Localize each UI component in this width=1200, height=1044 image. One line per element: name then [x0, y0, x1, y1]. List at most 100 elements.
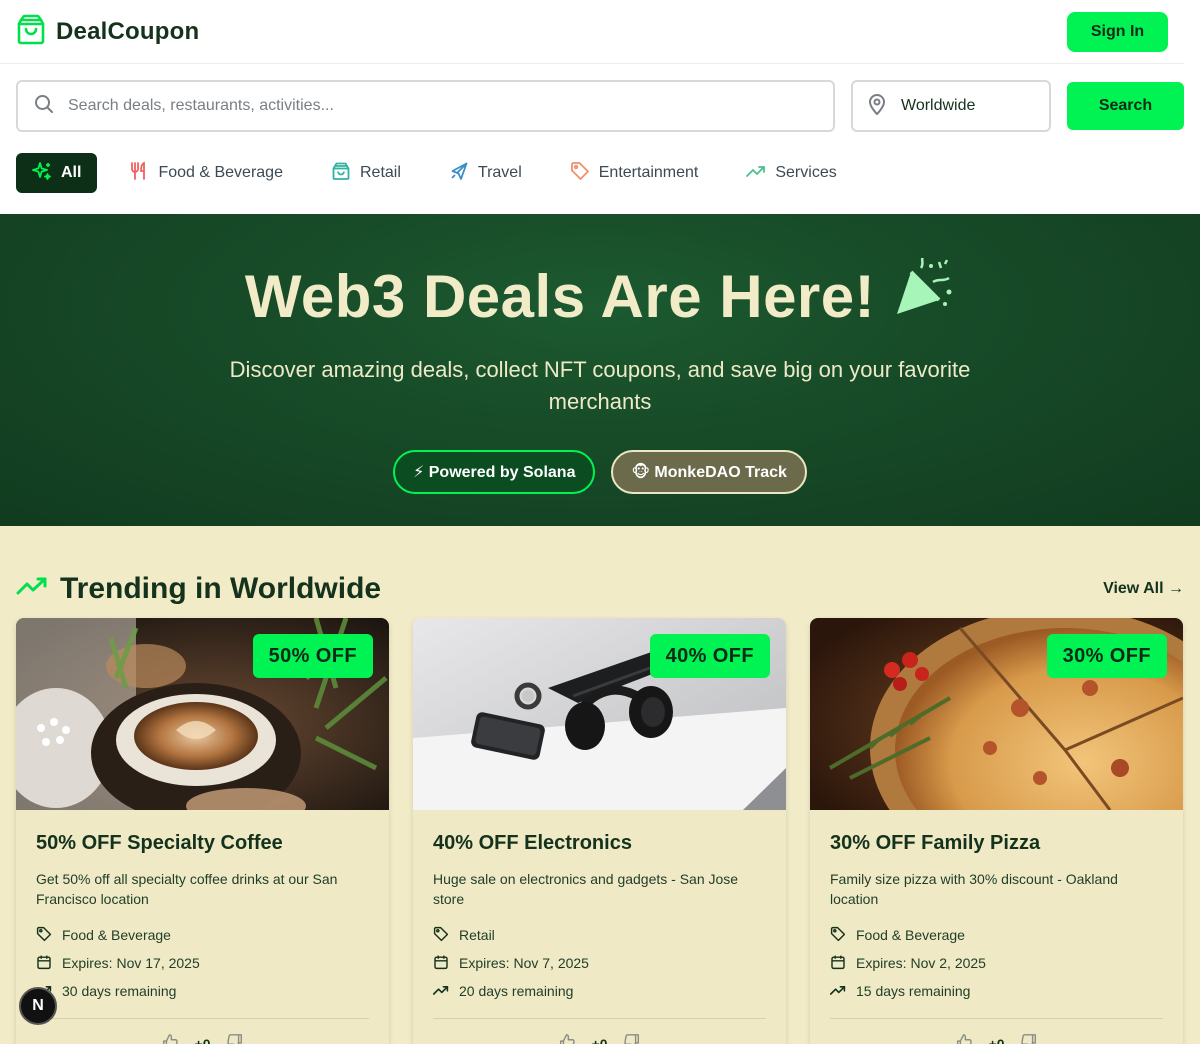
- trending-title: Trending in Worldwide: [16, 572, 381, 606]
- search-box[interactable]: [16, 80, 835, 132]
- trending-up-icon: [433, 982, 449, 1001]
- deal-remaining-text: 15 days remaining: [856, 983, 971, 999]
- trending-up-icon: [16, 572, 48, 606]
- deal-title: 40% OFF Electronics: [433, 832, 632, 854]
- vote-row: +0: [433, 1033, 766, 1044]
- deal-body: 30% OFF Family Pizza Family size pizza w…: [810, 810, 1183, 1044]
- deal-category-text: Food & Beverage: [856, 927, 965, 943]
- vote-row: +0: [36, 1033, 369, 1044]
- deal-expiry: Expires: Nov 7, 2025: [433, 953, 766, 973]
- calendar-icon: [830, 954, 846, 973]
- tab-services[interactable]: Services: [730, 153, 852, 193]
- deal-description: Huge sale on electronics and gadgets - S…: [433, 871, 739, 907]
- header: DealCoupon Sign In: [0, 0, 1184, 64]
- tab-label: Entertainment: [598, 164, 699, 181]
- deal-remaining-text: 30 days remaining: [62, 983, 177, 999]
- discount-badge: 30% OFF: [1046, 634, 1167, 678]
- deal-category: Retail: [433, 925, 766, 945]
- thumbs-up-icon[interactable]: [558, 1033, 576, 1044]
- tab-food-beverage[interactable]: Food & Beverage: [113, 153, 299, 193]
- deal-remaining: 30 days remaining: [36, 981, 369, 1001]
- dev-tools-badge[interactable]: N: [19, 987, 57, 1025]
- deal-remaining: 15 days remaining: [830, 981, 1163, 1001]
- tag-icon: [433, 926, 449, 945]
- discount-badge: 50% OFF: [252, 634, 373, 678]
- deal-title: 30% OFF Family Pizza: [830, 832, 1041, 854]
- deal-body: 40% OFF Electronics Huge sale on electro…: [413, 810, 786, 1044]
- search-input[interactable]: [68, 97, 817, 115]
- vote-row: +0: [830, 1033, 1163, 1044]
- category-tabs: All Food & Beverage Retail Travel Entert…: [0, 132, 1200, 214]
- thumbs-down-icon[interactable]: [226, 1033, 244, 1044]
- sign-in-button[interactable]: Sign In: [1067, 11, 1168, 52]
- view-all-link[interactable]: View All →: [1103, 580, 1184, 598]
- utensils-icon: [129, 161, 149, 186]
- search-button[interactable]: Search: [1067, 82, 1184, 130]
- tab-retail[interactable]: Retail: [315, 153, 417, 193]
- tag-icon: [830, 926, 846, 945]
- thumbs-down-icon[interactable]: [1020, 1033, 1038, 1044]
- deal-expiry-text: Expires: Nov 17, 2025: [62, 955, 200, 971]
- hero-banner: Web3 Deals Are Here! Discover amazing de…: [0, 214, 1200, 526]
- deal-expiry-text: Expires: Nov 2, 2025: [856, 955, 986, 971]
- location-value: Worldwide: [901, 97, 976, 114]
- tab-entertainment[interactable]: Entertainment: [554, 153, 715, 193]
- deal-expiry: Expires: Nov 2, 2025: [830, 953, 1163, 973]
- deal-card[interactable]: 30% OFF 30% OFF Family Pizza Family size…: [810, 618, 1183, 1044]
- brand-name: DealCoupon: [56, 17, 200, 45]
- hero-title-text: Web3 Deals Are Here!: [244, 262, 876, 330]
- vote-count: +0: [194, 1035, 211, 1044]
- location-select[interactable]: Worldwide: [851, 80, 1051, 132]
- trending-up-icon: [830, 982, 846, 1001]
- vote-count: +0: [988, 1035, 1005, 1044]
- trending-up-icon: [746, 161, 766, 186]
- party-popper-icon: [891, 254, 955, 334]
- deal-image-coffee: 50% OFF: [16, 618, 389, 810]
- thumbs-up-icon[interactable]: [955, 1033, 973, 1044]
- tab-label: Travel: [477, 164, 522, 181]
- deal-card[interactable]: 50% OFF 50% OFF Specialty Coffee Get 50%…: [16, 618, 389, 1044]
- deal-card[interactable]: 40% OFF 40% OFF Electronics Huge sale on…: [413, 618, 786, 1044]
- search-row: Worldwide Search: [0, 64, 1200, 132]
- deal-expiry-text: Expires: Nov 7, 2025: [459, 955, 589, 971]
- tab-all[interactable]: All: [16, 153, 98, 193]
- hero-title: Web3 Deals Are Here!: [244, 254, 955, 334]
- tab-label: Retail: [359, 164, 401, 181]
- divider: [36, 1018, 369, 1019]
- monkedao-pill[interactable]: 🐵 MonkeDAO Track: [611, 450, 807, 494]
- tab-label: Services: [775, 164, 837, 181]
- deal-category-text: Retail: [459, 927, 495, 943]
- search-icon: [34, 94, 54, 119]
- deal-description: Family size pizza with 30% discount - Oa…: [830, 871, 1118, 907]
- calendar-icon: [433, 954, 449, 973]
- deal-image-pizza: 30% OFF: [810, 618, 1183, 810]
- trending-header: Trending in Worldwide View All →: [0, 526, 1200, 618]
- discount-badge: 40% OFF: [649, 634, 770, 678]
- solana-pill[interactable]: ⚡ Powered by Solana: [393, 450, 596, 494]
- thumbs-down-icon[interactable]: [623, 1033, 641, 1044]
- tab-label: Food & Beverage: [158, 164, 283, 181]
- deal-expiry: Expires: Nov 17, 2025: [36, 953, 369, 973]
- deals-grid: 50% OFF 50% OFF Specialty Coffee Get 50%…: [0, 618, 1200, 1044]
- calendar-icon: [36, 954, 52, 973]
- tab-travel[interactable]: Travel: [433, 153, 538, 193]
- deal-category-text: Food & Beverage: [62, 927, 171, 943]
- hero-pills: ⚡ Powered by Solana 🐵 MonkeDAO Track: [0, 450, 1200, 494]
- hero-subtitle: Discover amazing deals, collect NFT coup…: [229, 357, 971, 414]
- trending-title-text: Trending in Worldwide: [60, 572, 382, 605]
- divider: [830, 1018, 1163, 1019]
- tab-label: All: [61, 164, 82, 181]
- divider: [433, 1018, 766, 1019]
- top-bar: DealCoupon Sign In Worldwide Search All: [0, 0, 1200, 214]
- deal-body: 50% OFF Specialty Coffee Get 50% off all…: [16, 810, 389, 1044]
- plane-icon: [449, 161, 469, 186]
- deal-description: Get 50% off all specialty coffee drinks …: [36, 871, 338, 907]
- deal-image-electronics: 40% OFF: [413, 618, 786, 810]
- deal-category: Food & Beverage: [36, 925, 369, 945]
- thumbs-up-icon[interactable]: [161, 1033, 179, 1044]
- vote-count: +0: [591, 1035, 608, 1044]
- shopping-bag-icon: [16, 13, 46, 50]
- tag-icon: [570, 161, 590, 186]
- brand[interactable]: DealCoupon: [16, 13, 199, 50]
- map-pin-icon: [867, 93, 887, 120]
